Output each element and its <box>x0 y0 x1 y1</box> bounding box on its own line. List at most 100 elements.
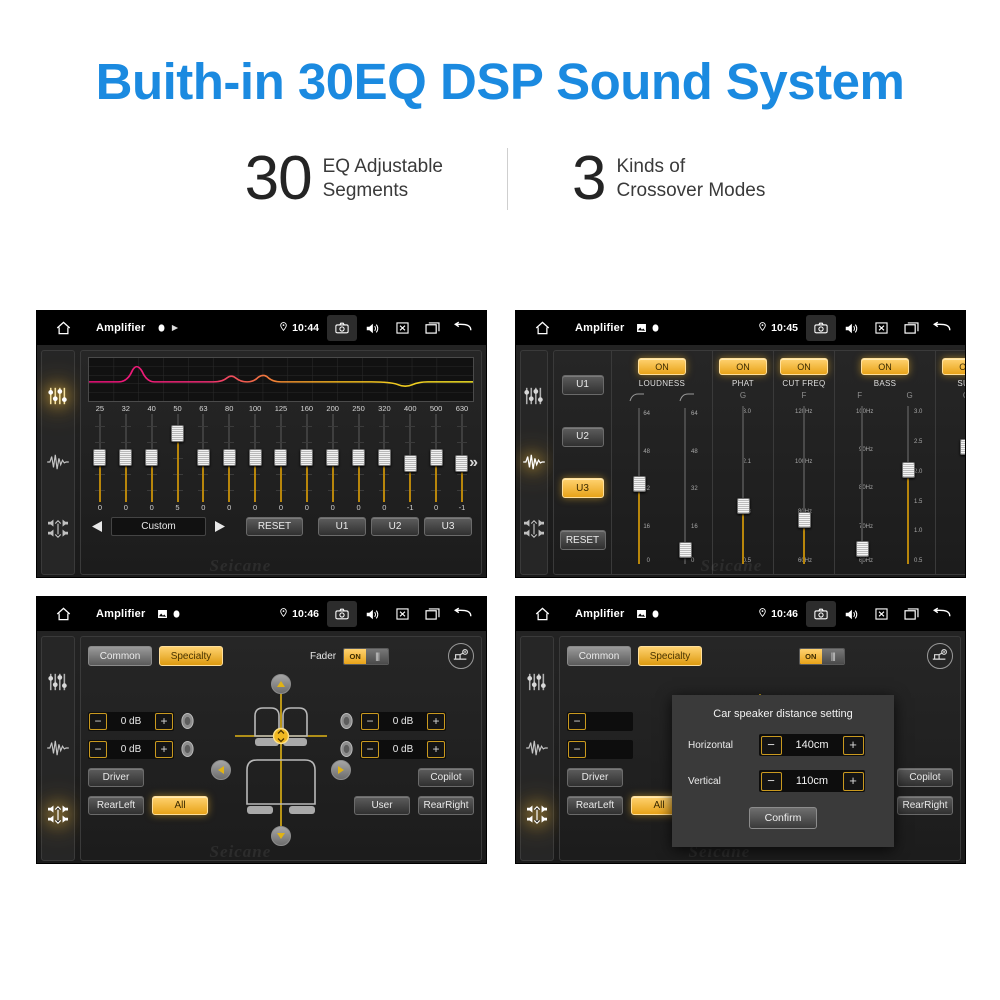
cutfreq-fader[interactable]: 120Hz 100Hz 80Hz 60Hz <box>778 402 830 568</box>
eq-slider[interactable] <box>371 414 397 502</box>
preset-button-u2[interactable]: U2 <box>371 517 419 536</box>
home-icon[interactable] <box>46 321 80 335</box>
car-seat-settings-icon[interactable] <box>927 643 953 669</box>
seat-button-rearleft[interactable]: RearLeft <box>567 795 623 815</box>
confirm-button[interactable]: Confirm <box>749 807 817 829</box>
left-rear-level-stepper[interactable]: − <box>567 739 633 759</box>
waveform-icon[interactable] <box>45 449 71 475</box>
minus-button[interactable]: − <box>89 740 107 758</box>
double-chevron-right-icon[interactable]: » <box>469 454 478 472</box>
minus-button[interactable]: − <box>760 735 782 755</box>
tab-specialty[interactable]: Specialty <box>159 646 223 666</box>
preset-button-u2[interactable]: U2 <box>561 426 604 447</box>
sub-gain-fader[interactable]: 20 15 10 5 0 <box>940 402 965 568</box>
eq-sliders-icon[interactable] <box>521 383 547 409</box>
triangle-left-icon[interactable] <box>88 518 106 535</box>
left-front-level-stepper[interactable]: − 0 dB + <box>88 711 174 731</box>
left-rear-level-stepper[interactable]: − 0 dB + <box>88 739 174 759</box>
close-icon[interactable] <box>387 315 417 341</box>
plus-button[interactable]: + <box>155 740 173 758</box>
camera-icon[interactable] <box>806 315 836 341</box>
eq-slider[interactable] <box>113 414 139 502</box>
eq-slider[interactable] <box>242 414 268 502</box>
close-icon[interactable] <box>866 315 896 341</box>
volume-icon[interactable] <box>836 315 866 341</box>
camera-icon[interactable] <box>327 601 357 627</box>
eq-sliders-icon[interactable] <box>45 383 71 409</box>
seat-button-driver[interactable]: Driver <box>567 767 623 787</box>
back-icon[interactable] <box>926 315 956 341</box>
nudge-up-button[interactable] <box>271 674 291 694</box>
minus-button[interactable]: − <box>89 712 107 730</box>
seat-button-driver[interactable]: Driver <box>88 767 144 787</box>
waveform-icon[interactable] <box>45 735 71 761</box>
balance-icon[interactable] <box>524 802 550 828</box>
horizontal-distance-stepper[interactable]: − 140cm + <box>759 734 865 756</box>
right-rear-level-stepper[interactable]: − 0 dB + <box>360 739 446 759</box>
bass-gain-fader[interactable]: 3.0 2.5 2.0 1.5 1.0 0.5 <box>885 402 931 568</box>
seat-button-copilot[interactable]: Copilot <box>418 767 474 787</box>
plus-button[interactable]: + <box>155 712 173 730</box>
loudness-fader-right[interactable]: 64 48 32 16 0 <box>662 404 708 568</box>
preset-button-u1[interactable]: U1 <box>561 374 604 395</box>
bass-freq-fader[interactable]: 100Hz 90Hz 80Hz 70Hz 60Hz <box>839 402 885 568</box>
plus-button[interactable]: + <box>427 740 445 758</box>
eq-slider[interactable] <box>216 414 242 502</box>
back-icon[interactable] <box>447 315 477 341</box>
volume-icon[interactable] <box>836 601 866 627</box>
eq-slider[interactable] <box>268 414 294 502</box>
preset-button-u3[interactable]: U3 <box>424 517 472 536</box>
tab-common[interactable]: Common <box>567 646 631 666</box>
preset-button-u1[interactable]: U1 <box>318 517 366 536</box>
recents-icon[interactable] <box>417 315 447 341</box>
camera-icon[interactable] <box>327 315 357 341</box>
eq-slider[interactable] <box>397 414 423 502</box>
preset-button-u3[interactable]: U3 <box>561 478 604 499</box>
eq-slider[interactable] <box>139 414 165 502</box>
volume-icon[interactable] <box>357 601 387 627</box>
recents-icon[interactable] <box>417 601 447 627</box>
eq-sliders-icon[interactable] <box>45 669 71 695</box>
preset-display[interactable]: Custom <box>111 517 206 536</box>
loudness-on-button[interactable]: ON <box>638 358 686 375</box>
close-icon[interactable] <box>866 601 896 627</box>
plus-button[interactable]: + <box>842 771 864 791</box>
minus-button[interactable]: − <box>568 712 586 730</box>
home-icon[interactable] <box>525 321 559 335</box>
balance-icon[interactable] <box>521 516 547 542</box>
eq-slider[interactable] <box>165 414 191 502</box>
cutfreq-on-button[interactable]: ON <box>780 358 828 375</box>
tab-common[interactable]: Common <box>88 646 152 666</box>
seat-button-rearright[interactable]: RearRight <box>897 795 953 815</box>
eq-slider[interactable] <box>320 414 346 502</box>
bass-on-button[interactable]: ON <box>861 358 909 375</box>
fader-toggle[interactable]: ON ||| <box>798 647 845 665</box>
seat-button-user[interactable]: User <box>354 795 410 815</box>
back-icon[interactable] <box>447 601 477 627</box>
recents-icon[interactable] <box>896 315 926 341</box>
waveform-icon[interactable] <box>524 735 550 761</box>
eq-slider[interactable] <box>294 414 320 502</box>
vertical-distance-stepper[interactable]: − 110cm + <box>759 770 865 792</box>
eq-sliders-icon[interactable] <box>524 669 550 695</box>
fader-toggle[interactable]: ON ||| <box>343 647 390 665</box>
nudge-down-button[interactable] <box>271 826 291 846</box>
minus-button[interactable]: − <box>568 740 586 758</box>
eq-slider[interactable] <box>423 414 449 502</box>
waveform-icon[interactable] <box>521 449 547 475</box>
volume-icon[interactable] <box>357 315 387 341</box>
seat-button-copilot[interactable]: Copilot <box>897 767 953 787</box>
close-icon[interactable] <box>387 601 417 627</box>
car-seat-diagram[interactable] <box>211 672 351 854</box>
nudge-left-button[interactable] <box>211 760 231 780</box>
nudge-right-button[interactable] <box>331 760 351 780</box>
balance-icon[interactable] <box>45 516 71 542</box>
home-icon[interactable] <box>46 607 80 621</box>
seat-button-all[interactable]: All <box>152 795 208 815</box>
camera-icon[interactable] <box>806 601 836 627</box>
car-seat-settings-icon[interactable] <box>448 643 474 669</box>
plus-button[interactable]: + <box>842 735 864 755</box>
minus-button[interactable]: − <box>361 740 379 758</box>
triangle-right-icon[interactable] <box>211 518 229 535</box>
recents-icon[interactable] <box>896 601 926 627</box>
